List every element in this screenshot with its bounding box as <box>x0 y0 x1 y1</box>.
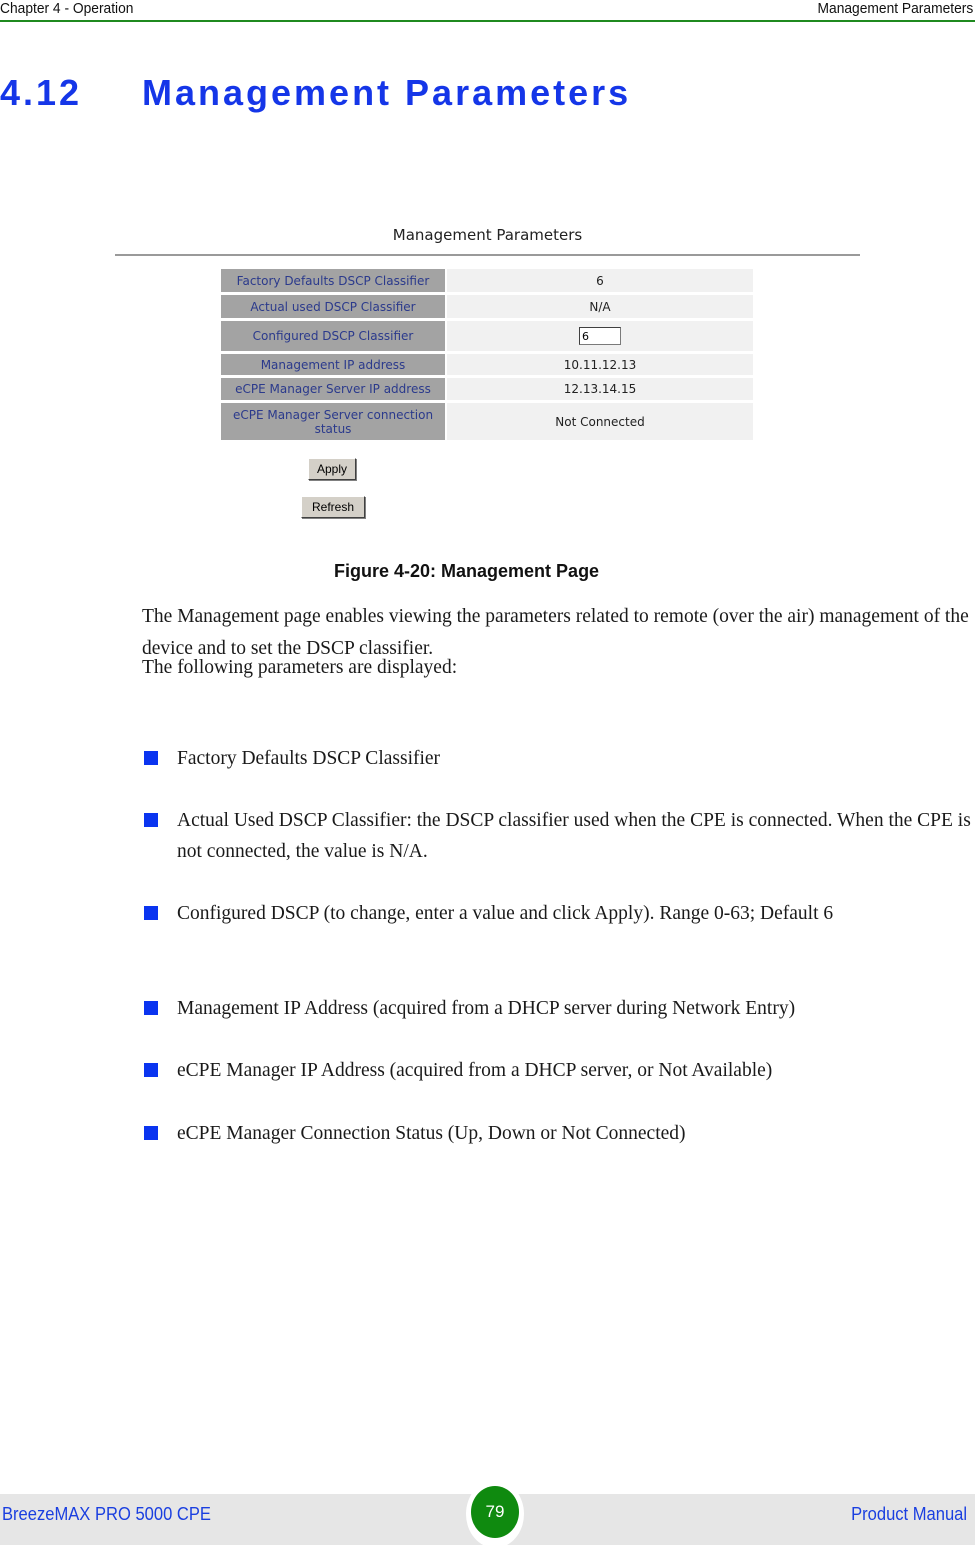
list-item-text: Management IP Address (acquired from a D… <box>177 998 796 1019</box>
row-label: Actual used DSCP Classifier <box>221 295 447 318</box>
actual-dscp-value: N/A <box>447 295 753 318</box>
management-ip-value: 10.11.12.13 <box>447 354 753 375</box>
bullet-square-icon <box>144 813 158 827</box>
table-row: Configured DSCP Classifier <box>221 321 753 351</box>
configured-dscp-cell <box>447 321 753 351</box>
bullet-square-icon <box>144 906 158 920</box>
bullet-square-icon <box>144 751 158 765</box>
bullet-square-icon <box>144 1001 158 1015</box>
section-number: 4.12 <box>0 72 83 113</box>
connection-status-value: Not Connected <box>447 403 753 440</box>
figure-page-title: Management Parameters <box>392 226 583 244</box>
ecpe-server-ip-value: 12.13.14.15 <box>447 378 753 400</box>
table-row: Factory Defaults DSCP Classifier 6 <box>221 269 753 292</box>
row-label: eCPE Manager Server connection status <box>221 403 447 440</box>
bullet-square-icon <box>144 1126 158 1140</box>
page-number-badge: 79 <box>466 1480 524 1548</box>
table-row: Actual used DSCP Classifier N/A <box>221 295 753 318</box>
configured-dscp-input[interactable] <box>579 327 621 345</box>
refresh-button[interactable]: Refresh <box>301 496 365 518</box>
row-label: Configured DSCP Classifier <box>221 321 447 351</box>
figure-caption: Figure 4-20: Management Page <box>334 561 600 581</box>
section-heading: 4.12 Management Parameters <box>0 72 631 114</box>
list-item-text: Actual Used DSCP Classifier: the DSCP cl… <box>177 810 971 862</box>
row-label: Management IP address <box>221 354 447 375</box>
factory-dscp-value: 6 <box>447 269 753 292</box>
row-label: Factory Defaults DSCP Classifier <box>221 269 447 292</box>
list-item-text: Factory Defaults DSCP Classifier <box>177 748 441 769</box>
lead-paragraph: The following parameters are displayed: <box>142 657 458 678</box>
header-chapter: Chapter 4 - Operation <box>0 0 134 17</box>
footer-product: BreezeMAX PRO 5000 CPE <box>2 1504 211 1524</box>
list-item-text: eCPE Manager Connection Status (Up, Down… <box>177 1123 686 1144</box>
header-section: Management Parameters <box>817 0 973 17</box>
list-item-text: Configured DSCP (to change, enter a valu… <box>177 903 834 924</box>
footer-doc-type: Product Manual <box>851 1504 967 1524</box>
apply-button[interactable]: Apply <box>308 458 356 480</box>
list-item-text: eCPE Manager IP Address (acquired from a… <box>177 1060 773 1081</box>
table-row: eCPE Manager Server IP address 12.13.14.… <box>221 378 753 400</box>
table-row: eCPE Manager Server connection status No… <box>221 403 753 440</box>
page-header: Chapter 4 - Operation Management Paramet… <box>0 0 975 22</box>
bullet-square-icon <box>144 1063 158 1077</box>
figure-title-divider <box>115 254 860 256</box>
page-number: 79 <box>471 1486 519 1538</box>
management-parameters-table: Factory Defaults DSCP Classifier 6 Actua… <box>221 266 753 443</box>
row-label: eCPE Manager Server IP address <box>221 378 447 400</box>
section-title: Management Parameters <box>142 72 632 113</box>
table-row: Management IP address 10.11.12.13 <box>221 354 753 375</box>
